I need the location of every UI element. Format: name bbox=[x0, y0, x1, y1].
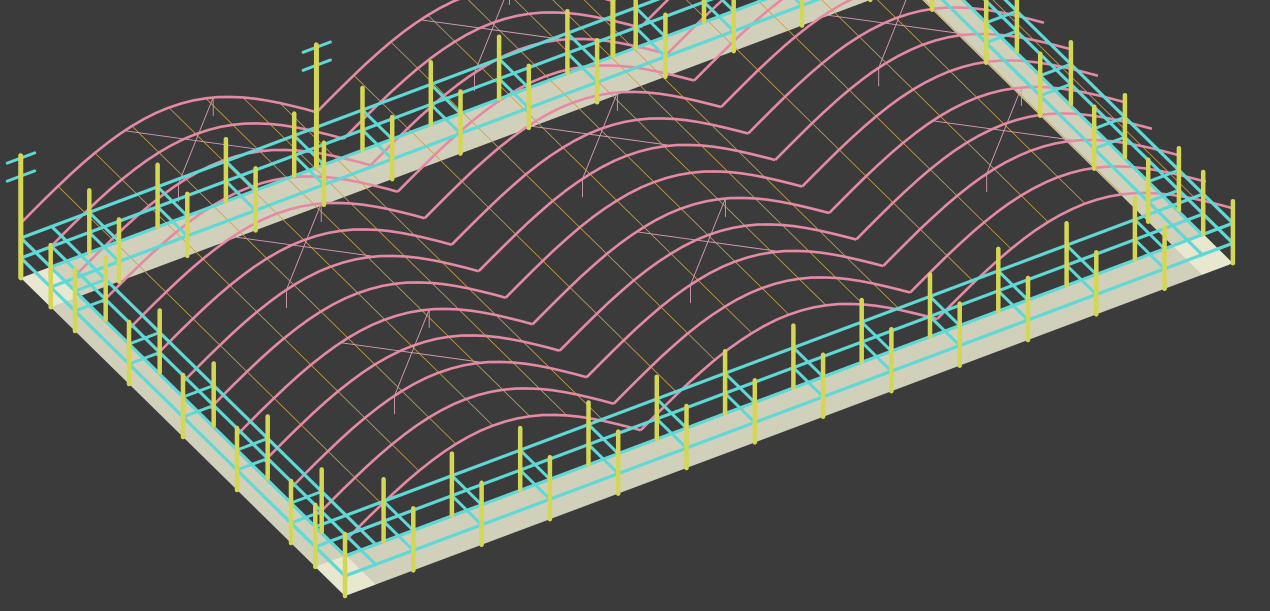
tie-beam bbox=[235, 437, 270, 452]
tie-beam bbox=[19, 245, 54, 260]
longitudinal-beam bbox=[343, 241, 1235, 578]
tie-beam bbox=[181, 384, 216, 399]
roof-arch bbox=[290, 360, 588, 489]
roof-arch bbox=[477, 143, 776, 273]
tie-beam bbox=[19, 225, 54, 240]
roof-arch bbox=[531, 196, 830, 326]
tie-beam bbox=[289, 490, 324, 505]
structural-frame-model bbox=[5, 0, 1236, 599]
tie-beam bbox=[1200, 221, 1235, 237]
roof-arch bbox=[182, 254, 480, 383]
roof-arch bbox=[585, 249, 884, 379]
tie-beam bbox=[127, 331, 162, 346]
roof-arch bbox=[236, 307, 534, 436]
longitudinal-beam bbox=[343, 221, 1235, 558]
floor-slab-layer bbox=[21, 0, 1233, 596]
roof-arch bbox=[558, 223, 857, 352]
cad-3d-viewport[interactable] bbox=[0, 0, 1270, 611]
roof-arch bbox=[263, 334, 561, 463]
